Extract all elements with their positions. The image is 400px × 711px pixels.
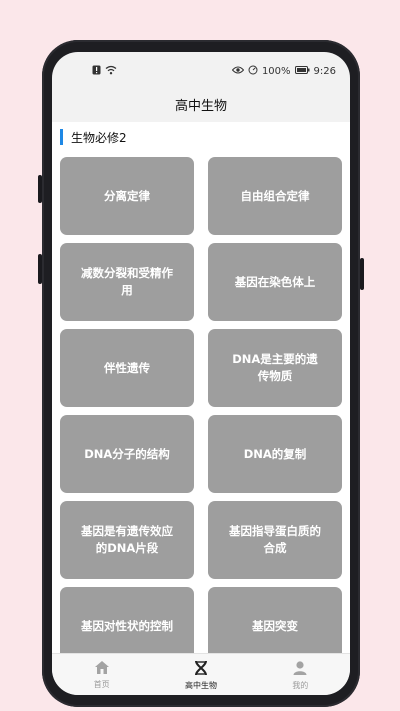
topic-card[interactable]: 基因指导蛋白质的合成 <box>208 501 342 579</box>
topic-card-label: 基因是有遗传效应的DNA片段 <box>81 524 173 555</box>
topic-card[interactable]: DNA的复制 <box>208 415 342 493</box>
topic-card[interactable]: 基因对性状的控制 <box>60 587 194 653</box>
eye-icon <box>231 66 245 77</box>
tab-biology[interactable]: 高中生物 <box>151 654 250 695</box>
battery-icon <box>294 65 310 77</box>
status-left <box>92 65 117 78</box>
topic-card-label: DNA的复制 <box>243 446 307 461</box>
topic-grid: 分离定律 自由组合定律 减数分裂和受精作用 基因在染色体上 伴性遗传 DNA是主… <box>60 157 342 653</box>
screen: 100% 9:26 高中生物 生物必修2 分离定律 自由组合定律 减数分裂和受精… <box>52 52 350 695</box>
topic-card[interactable]: 基因突变 <box>208 587 342 653</box>
wifi-icon <box>105 65 117 78</box>
clock: 9:26 <box>313 65 336 77</box>
tab-profile-label: 我的 <box>292 680 309 690</box>
person-icon <box>292 660 308 678</box>
tab-home[interactable]: 首页 <box>52 654 151 695</box>
section-header: 生物必修2 <box>52 122 350 152</box>
section-title: 生物必修2 <box>71 130 127 145</box>
topic-card-label: 基因突变 <box>252 618 298 633</box>
status-right: 100% 9:26 <box>231 65 336 78</box>
topic-card-label: DNA是主要的遗传物质 <box>232 352 318 383</box>
volume-button <box>38 254 42 284</box>
topic-card[interactable]: 伴性遗传 <box>60 329 194 407</box>
power-button <box>360 258 364 290</box>
bottom-tab-bar: 首页 高中生物 我的 <box>52 653 350 695</box>
status-bar: 100% 9:26 <box>52 52 350 90</box>
speedometer-icon <box>248 65 258 78</box>
home-icon <box>94 660 110 677</box>
tab-home-label: 首页 <box>93 680 110 689</box>
sim-alert-icon <box>92 65 101 78</box>
topic-card-label: 基因对性状的控制 <box>81 618 173 633</box>
section-accent-bar <box>60 129 63 145</box>
topic-card-label: 基因指导蛋白质的合成 <box>229 524 321 555</box>
topic-card-label: 伴性遗传 <box>104 360 150 375</box>
topic-card-label: 基因在染色体上 <box>234 274 316 289</box>
topic-card[interactable]: 分离定律 <box>60 157 194 235</box>
topic-card-label: 减数分裂和受精作用 <box>81 266 173 297</box>
dna-icon <box>193 660 209 678</box>
topic-card-label: DNA分子的结构 <box>84 446 170 461</box>
page-title: 高中生物 <box>174 98 227 114</box>
topic-card-label: 自由组合定律 <box>240 188 310 203</box>
topic-card[interactable]: DNA是主要的遗传物质 <box>208 329 342 407</box>
content-area: 分离定律 自由组合定律 减数分裂和受精作用 基因在染色体上 伴性遗传 DNA是主… <box>52 152 350 653</box>
topic-card[interactable]: DNA分子的结构 <box>60 415 194 493</box>
topic-card[interactable]: 减数分裂和受精作用 <box>60 243 194 321</box>
topic-card-label: 分离定律 <box>104 188 150 203</box>
topic-card[interactable]: 基因是有遗传效应的DNA片段 <box>60 501 194 579</box>
app-bar: 高中生物 <box>52 90 350 118</box>
topic-card[interactable]: 自由组合定律 <box>208 157 342 235</box>
battery-percent: 100% <box>261 65 291 77</box>
tab-profile[interactable]: 我的 <box>251 654 350 695</box>
topic-card[interactable]: 基因在染色体上 <box>208 243 342 321</box>
volume-button <box>38 175 42 203</box>
tab-biology-label: 高中生物 <box>184 680 217 690</box>
